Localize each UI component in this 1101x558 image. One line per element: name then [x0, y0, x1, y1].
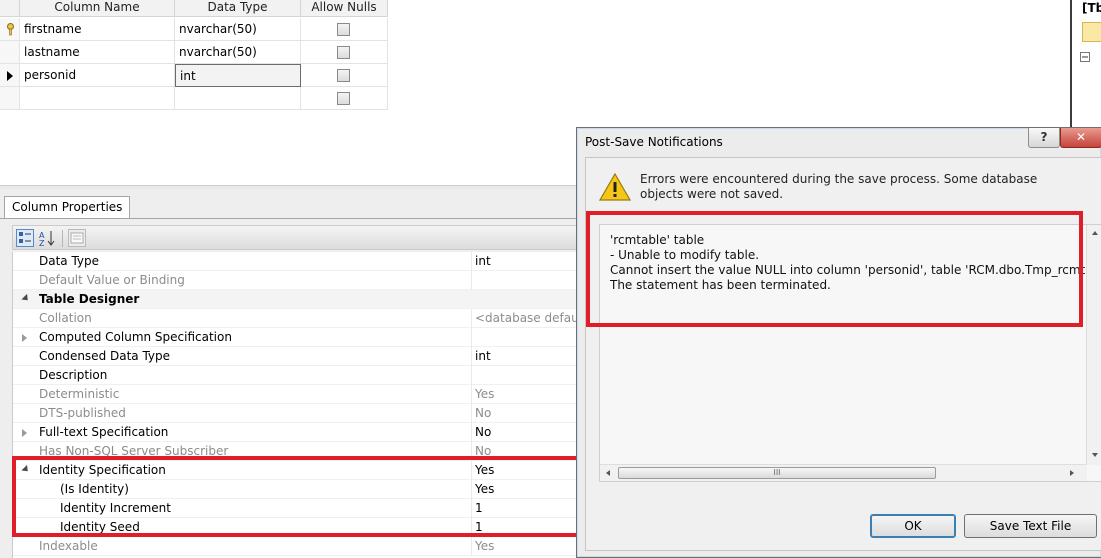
- row-selector[interactable]: [0, 18, 20, 41]
- property-pages-icon[interactable]: [68, 229, 86, 247]
- error-details-highlight-box: [586, 211, 1083, 327]
- scroll-left-icon[interactable]: [606, 470, 610, 476]
- column-name-cell[interactable]: personid: [20, 64, 175, 87]
- allow-nulls-cell: [301, 64, 388, 87]
- column-name-cell[interactable]: firstname: [20, 18, 175, 41]
- scroll-thumb[interactable]: III: [618, 467, 936, 479]
- post-save-dialog: Post-Save Notifications ? ✕ Errors were …: [576, 127, 1101, 558]
- property-name: Description: [39, 368, 108, 382]
- column-name-cell[interactable]: lastname: [20, 41, 175, 64]
- data-type-cell[interactable]: int: [175, 64, 301, 87]
- property-value: No: [475, 406, 492, 420]
- property-value: int: [475, 349, 491, 363]
- property-row-deterministic[interactable]: Deterministic Yes: [13, 385, 581, 404]
- toolbar-separator: [62, 230, 63, 247]
- property-name: Indexable: [39, 539, 98, 553]
- property-name: Condensed Data Type: [39, 349, 171, 363]
- property-row-computed-column[interactable]: Computed Column Specification: [13, 328, 581, 347]
- data-type-cell[interactable]: nvarchar(50): [175, 41, 301, 64]
- property-row-collation[interactable]: Collation <database default>: [13, 309, 597, 328]
- property-row-condensed-data-type[interactable]: Condensed Data Type int: [13, 347, 581, 366]
- property-row-description[interactable]: Description: [13, 366, 581, 385]
- vertical-scrollbar[interactable]: [1086, 225, 1101, 465]
- property-value: Yes: [475, 387, 495, 401]
- allow-nulls-cell: [301, 18, 388, 41]
- properties-window: [Tb: [1070, 0, 1101, 130]
- error-message: Errors were encountered during the save …: [640, 172, 1038, 201]
- property-value: Yes: [475, 539, 495, 553]
- category-table-designer[interactable]: Table Designer: [13, 290, 581, 309]
- properties-toolbar: AZ: [12, 225, 580, 250]
- property-row-full-text[interactable]: Full-text Specification No: [13, 423, 581, 442]
- allow-nulls-header[interactable]: Allow Nulls: [301, 0, 388, 17]
- ok-button[interactable]: OK: [870, 514, 956, 538]
- row-selector[interactable]: [0, 41, 20, 64]
- column-name-cell[interactable]: [20, 87, 175, 110]
- tab-divider: [0, 218, 580, 219]
- property-row-dts-published[interactable]: DTS-published No: [13, 404, 581, 423]
- property-value: No: [475, 425, 492, 439]
- property-value: int: [475, 254, 491, 268]
- scroll-down-icon[interactable]: [1092, 453, 1098, 457]
- category-name: Table Designer: [39, 292, 140, 306]
- dialog-title: Post-Save Notifications: [585, 135, 723, 149]
- expand-closed-icon[interactable]: [22, 334, 27, 342]
- identity-highlight-box: [12, 456, 616, 537]
- allow-nulls-cell: [301, 87, 388, 110]
- property-name: Default Value or Binding: [39, 273, 185, 287]
- allow-nulls-checkbox[interactable]: [337, 92, 350, 105]
- horizontal-scrollbar[interactable]: III: [600, 464, 1087, 481]
- data-type-header[interactable]: Data Type: [175, 0, 301, 17]
- data-type-cell[interactable]: nvarchar(50): [175, 18, 301, 41]
- row-selector[interactable]: [0, 87, 20, 110]
- property-row-indexable[interactable]: Indexable Yes: [13, 537, 581, 556]
- property-row-data-type[interactable]: Data Type int: [13, 252, 581, 271]
- property-name: DTS-published: [39, 406, 126, 420]
- warning-icon: [599, 172, 631, 201]
- allow-nulls-cell: [301, 41, 388, 64]
- allow-nulls-checkbox[interactable]: [337, 46, 350, 59]
- categorized-icon[interactable]: [16, 229, 34, 247]
- row-selector-header: [0, 0, 20, 17]
- svg-text:Z: Z: [39, 239, 45, 247]
- property-name: Deterministic: [39, 387, 120, 401]
- allow-nulls-checkbox[interactable]: [337, 23, 350, 36]
- close-button[interactable]: ✕: [1060, 128, 1101, 148]
- allow-nulls-checkbox[interactable]: [337, 69, 350, 82]
- property-name: Collation: [39, 311, 92, 325]
- tab-column-properties[interactable]: Column Properties: [4, 196, 131, 219]
- scroll-right-icon[interactable]: [1070, 470, 1074, 476]
- scroll-up-icon[interactable]: [1092, 231, 1098, 235]
- column-name-header[interactable]: Column Name: [20, 0, 175, 17]
- property-name: Full-text Specification: [39, 425, 169, 439]
- categorized-icon[interactable]: [1082, 22, 1101, 42]
- property-name: Computed Column Specification: [39, 330, 232, 344]
- property-row-default-value[interactable]: Default Value or Binding: [13, 271, 581, 290]
- data-type-cell[interactable]: [175, 87, 301, 110]
- alphabetical-sort-icon[interactable]: AZ: [38, 229, 56, 248]
- properties-title: [Tb: [1082, 1, 1101, 15]
- collapse-icon[interactable]: [1080, 52, 1090, 62]
- property-name: Data Type: [39, 254, 100, 268]
- row-selector[interactable]: [0, 64, 20, 87]
- primary-key-icon: [7, 23, 14, 36]
- current-row-arrow-icon: [7, 71, 13, 81]
- expand-open-icon[interactable]: [21, 293, 31, 304]
- expand-closed-icon[interactable]: [22, 429, 27, 437]
- help-button[interactable]: ?: [1028, 128, 1060, 148]
- save-text-file-button[interactable]: Save Text File: [964, 514, 1097, 538]
